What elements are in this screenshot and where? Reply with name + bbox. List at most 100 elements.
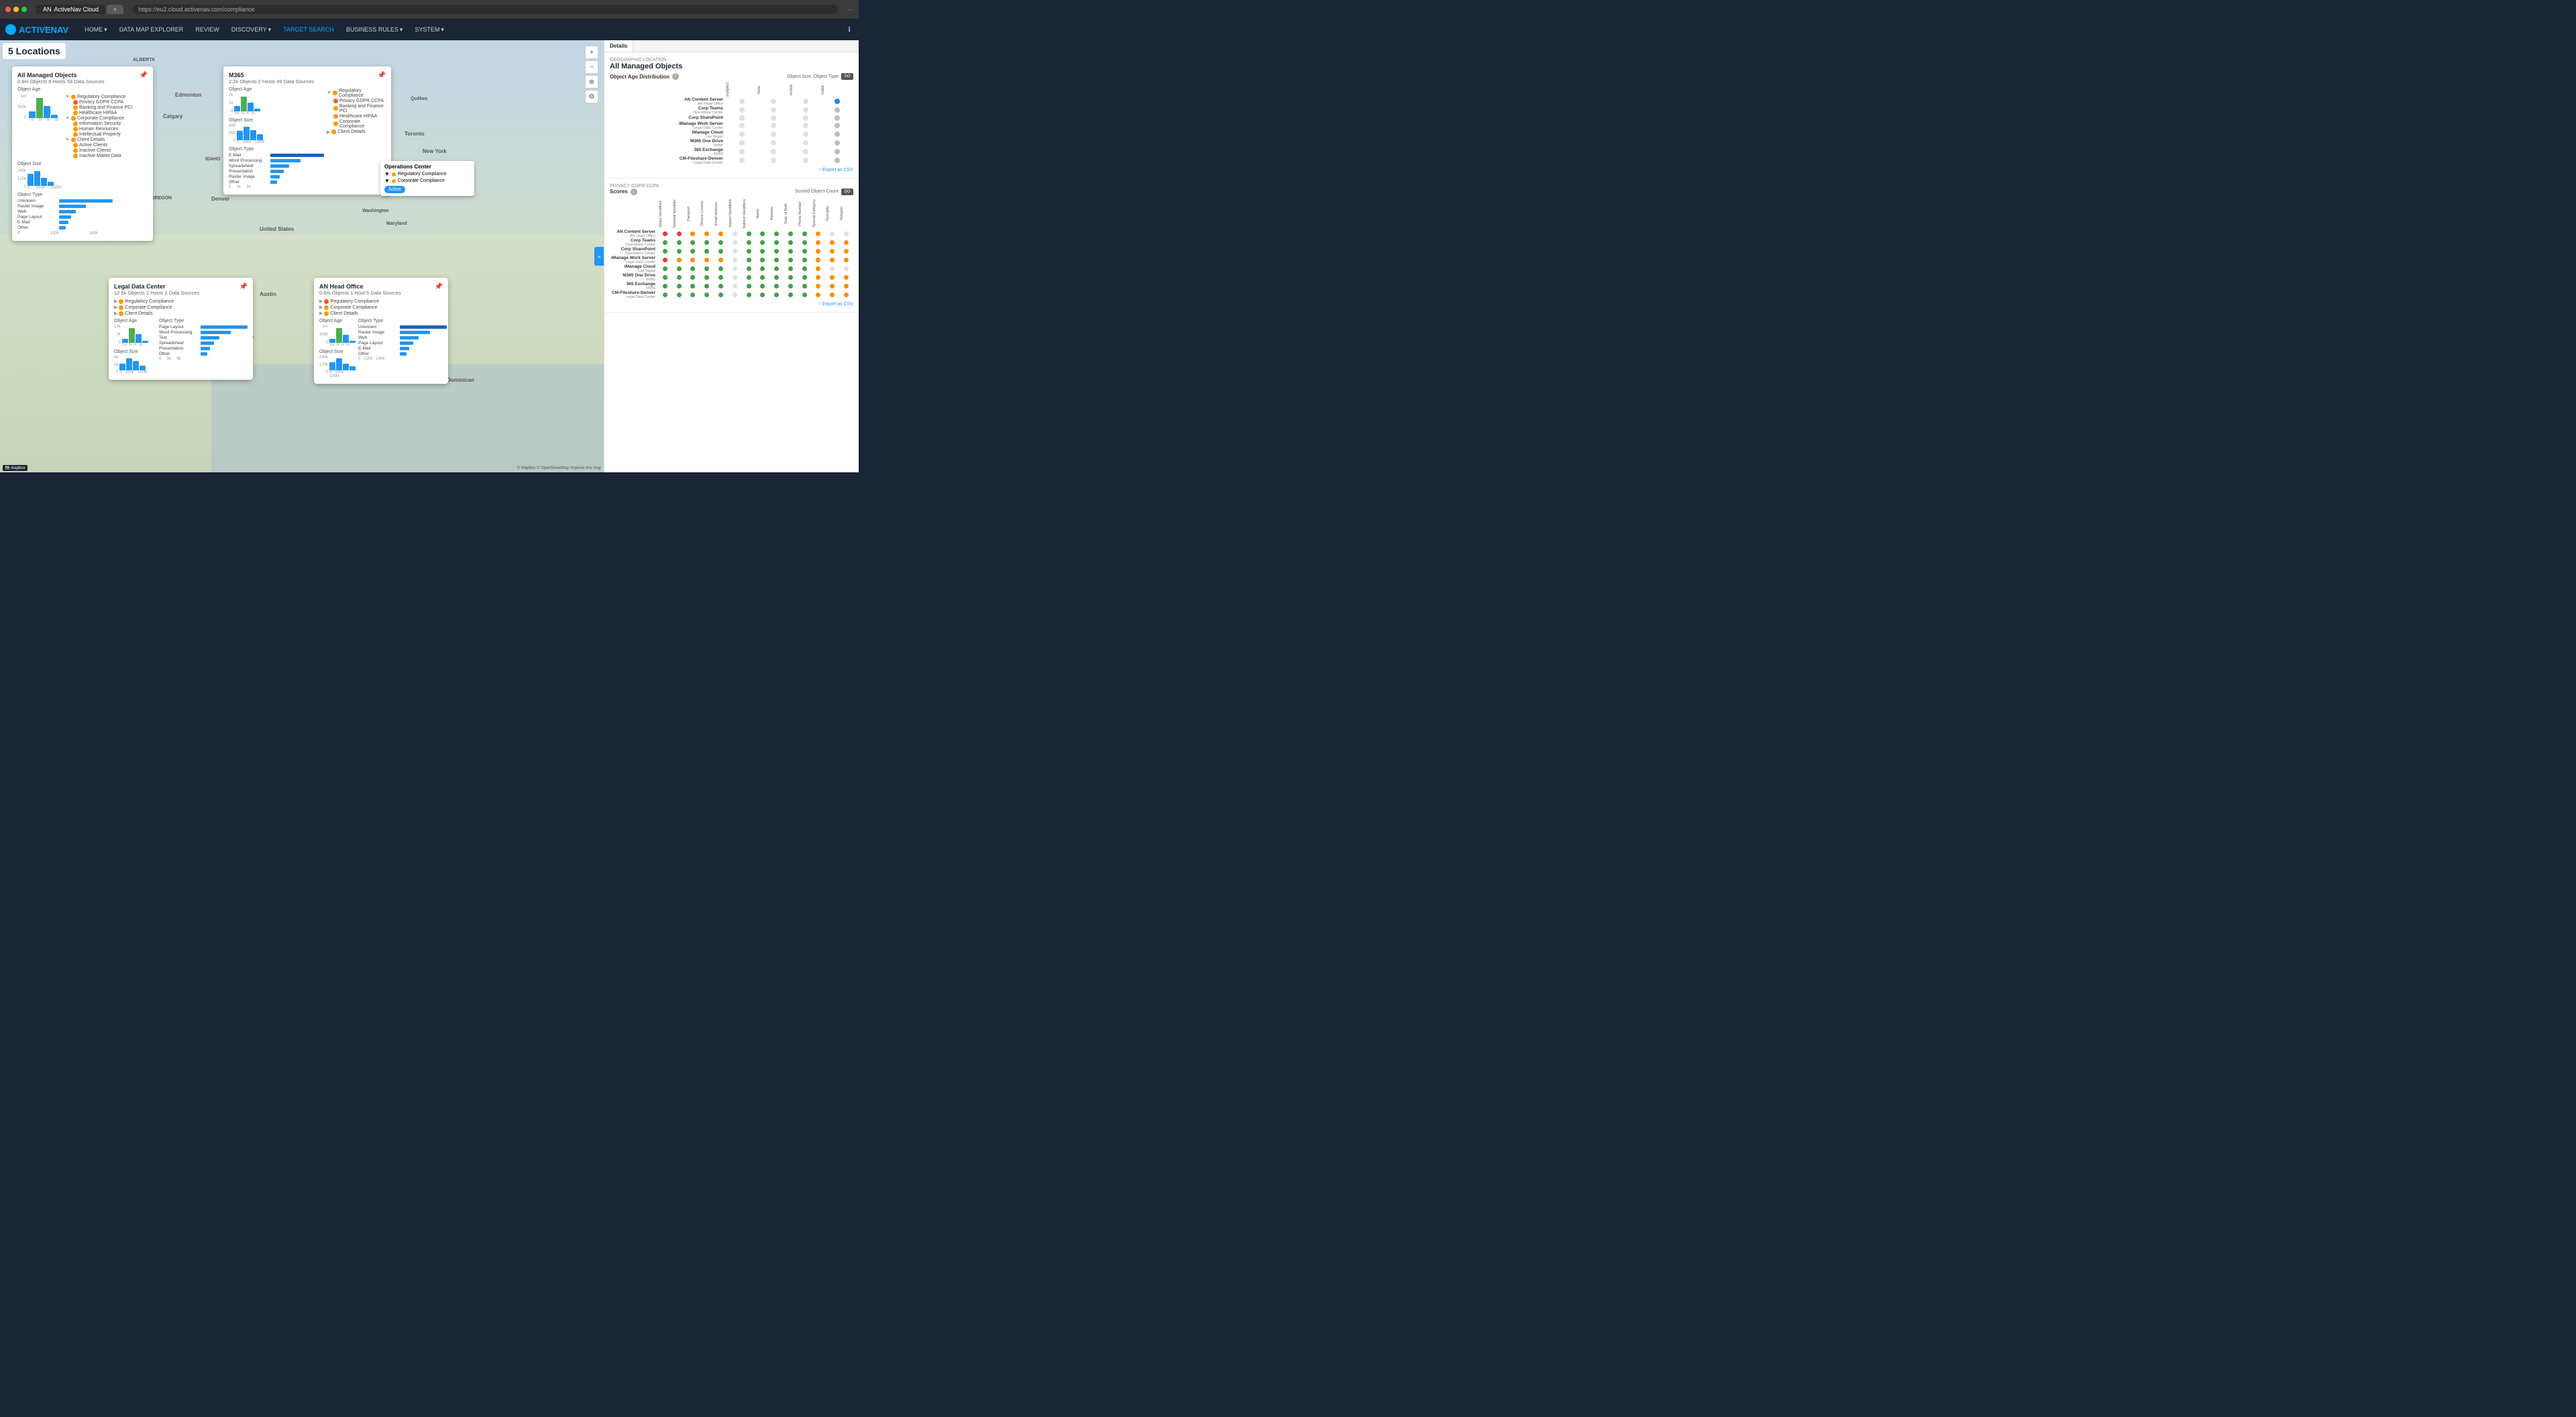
nav-item-system[interactable]: SYSTEM ▾ — [409, 23, 449, 36]
top-navbar: ACTIVENAV HOME ▾ DATA MAP EXPLORER REVIE… — [0, 19, 859, 40]
export-csv-button-2[interactable]: ↑ Export as CSV — [610, 302, 853, 307]
scores-title: Scores — [610, 189, 628, 195]
expand-regulatory[interactable]: ▼ Regulatory Compliance — [65, 95, 148, 99]
object-size-section: Object Size 240k120k0 0100k100M — [17, 162, 148, 190]
sidebar-toggle-button[interactable]: » — [594, 247, 604, 266]
map-label-maryland: Maryland — [386, 221, 407, 226]
nav-item-target-search[interactable]: TARGET SEARCH — [278, 23, 339, 36]
card-all-managed-pin[interactable]: 📌 — [140, 72, 148, 79]
age-bar-suspect — [29, 111, 36, 118]
logo[interactable]: ACTIVENAV — [5, 24, 68, 35]
ops-title: Operations Center — [384, 164, 470, 170]
nav-home-chevron: ▾ — [104, 26, 107, 34]
expand-client[interactable]: ▼ Client Details — [65, 138, 148, 142]
map-label-toronto: Toronto — [405, 131, 425, 137]
browser-tab-bar: AN ActiveNav Cloud + — [36, 5, 123, 14]
scores-toggle[interactable]: DO — [841, 189, 853, 195]
row-cm-fileshare-label: CM-Fileshare-Denver — [610, 156, 723, 161]
compass-button[interactable]: ⊕ — [585, 75, 598, 89]
page-title-area: 5 Locations — [3, 43, 66, 59]
window-controls[interactable] — [5, 7, 27, 12]
logo-icon — [5, 24, 16, 35]
settings-map-button[interactable]: ⚙ — [585, 90, 598, 103]
zoom-in-button[interactable]: + — [585, 46, 598, 59]
score-col-name: Name — [755, 207, 761, 220]
card-ops-center[interactable]: Operations Center ▼ Regulatory Complianc… — [380, 161, 474, 196]
card-legal-pin[interactable]: 📌 — [239, 283, 248, 291]
card-an-head[interactable]: AN Head Office 0.6m Objects 1 Host 5 Dat… — [314, 278, 448, 384]
col-header-new: New — [757, 86, 761, 94]
card-all-managed-stats: 0.6m Objects 8 Hosts 58 Data Sources — [17, 78, 105, 85]
nav-item-discovery[interactable]: DISCOVERY ▾ — [226, 23, 276, 36]
dot-an-active — [803, 99, 808, 104]
browser-tab-activenav[interactable]: AN ActiveNav Cloud — [36, 5, 105, 14]
export-csv-button-1[interactable]: ↑ Export as CSV — [610, 168, 853, 172]
m365-type-label: Object Type — [229, 147, 324, 152]
nav-menu: HOME ▾ DATA MAP EXPLORER REVIEW DISCOVER… — [79, 23, 449, 36]
score-col-passport: Passport — [686, 205, 692, 223]
sidebar-tab-bar: Details — [604, 40, 859, 52]
object-type-bars: Unknown Raster Image Web Page Layout E-M… — [17, 199, 148, 230]
page-title: 5 Locations — [8, 46, 60, 56]
score-col-sexuality: Sexuality — [825, 205, 830, 222]
browser-menu-icon[interactable]: ⋯ — [847, 6, 853, 13]
map-label-austin: Austin — [260, 291, 276, 297]
zoom-out-button[interactable]: − — [585, 60, 598, 74]
sidebar-privacy-section: Privacy GDPR CCPA Scores i Scored Object… — [604, 178, 859, 313]
score-col-indirect: Indirect Identifiers — [742, 198, 747, 229]
expand-corporate[interactable]: ▼ Corporate Compliance — [65, 116, 148, 121]
nav-system-chevron: ▾ — [441, 26, 444, 34]
object-age-label: Object Age — [17, 87, 148, 92]
attribution-text: © Mapbox © OpenStreetMap Improve this ma… — [517, 466, 601, 470]
map-label-denver: Denver — [211, 196, 229, 202]
legal-legend: ▶Regulatory Compliance ▶Corporate Compli… — [114, 299, 248, 316]
info-button[interactable]: ℹ — [845, 23, 853, 36]
row-imanage-cloud-label: iManage Cloud — [610, 130, 723, 135]
nav-item-business-rules[interactable]: BUSINESS RULES ▾ — [341, 23, 409, 36]
nav-review-label: REVIEW — [195, 26, 219, 33]
card-m365[interactable]: M365 2.2k Objects 2 Hosts 49 Data Source… — [223, 66, 391, 195]
m365-legend: ▼ Regulatory Compliance Privacy GDPR CCP… — [327, 89, 386, 135]
nav-system-label: SYSTEM — [415, 26, 439, 33]
browser-tab-new[interactable]: + — [107, 5, 123, 14]
row-365-exchange-label: 365 Exchange — [610, 148, 723, 152]
col-header-suspect: Suspect — [726, 83, 730, 97]
maximize-window-button[interactable] — [21, 7, 27, 12]
browser-chrome: AN ActiveNav Cloud + https://eu2.cloud.a… — [0, 0, 859, 19]
card-all-managed[interactable]: All Managed Objects 0.6m Objects 8 Hosts… — [12, 66, 153, 241]
map-label-dominican: Dominican — [447, 377, 474, 383]
map-label-us: United States — [260, 226, 294, 232]
map-label-quebec: Québec — [411, 97, 428, 101]
score-col-impact: Impact Identifiers — [728, 198, 733, 229]
map-area[interactable]: Canada Edmonton Calgary United States Op… — [0, 40, 604, 472]
age-bar-active — [44, 106, 50, 118]
card-an-head-header: AN Head Office 0.6m Objects 1 Host 5 Dat… — [319, 283, 443, 296]
nav-business-label: BUSINESS RULES — [346, 26, 398, 33]
m365-size-label: Object Size — [229, 118, 324, 123]
sidebar-tab-details[interactable]: Details — [604, 40, 633, 52]
close-window-button[interactable] — [5, 7, 11, 12]
scores-header: Scores i Scored Object Count DO — [610, 189, 853, 195]
regulatory-label: Regulatory Compliance — [77, 95, 126, 99]
card-an-head-pin[interactable]: 📌 — [435, 283, 443, 291]
nav-item-home[interactable]: HOME ▾ — [79, 23, 113, 36]
card-m365-pin[interactable]: 📌 — [378, 72, 386, 79]
legend-infosec: Information Security — [73, 121, 148, 126]
distribution-toggle[interactable]: DO — [841, 73, 853, 80]
map-attribution: 🗺 mapbox © Mapbox © OpenStreetMap Improv… — [0, 465, 604, 471]
map-label-alberta: ALBERTA — [133, 58, 155, 62]
legend-inactive-matter: Inactive Matter Data — [73, 154, 148, 158]
address-bar[interactable]: https://eu2.cloud.activenav.com/complian… — [133, 5, 838, 14]
object-age-section: Object Age 1m300k0 — [17, 87, 148, 159]
an-head-legend: ▶Regulatory Compliance ▶Corporate Compli… — [319, 299, 443, 316]
row-corp-teams-label: Corp Teams — [610, 106, 723, 111]
nav-item-review[interactable]: REVIEW — [190, 23, 225, 36]
minimize-window-button[interactable] — [13, 7, 19, 12]
legend-active-clients: Active Clients — [73, 143, 148, 148]
distribution-info-icon[interactable]: i — [672, 73, 679, 80]
card-legal[interactable]: Legal Data Center 12.5k Objects 2 Hosts … — [109, 278, 253, 380]
scores-info-icon[interactable]: i — [631, 189, 637, 195]
nav-business-chevron: ▾ — [400, 26, 403, 34]
nav-item-data-map[interactable]: DATA MAP EXPLORER — [114, 23, 189, 36]
row-an-content-label: AN Content Server — [610, 97, 723, 102]
